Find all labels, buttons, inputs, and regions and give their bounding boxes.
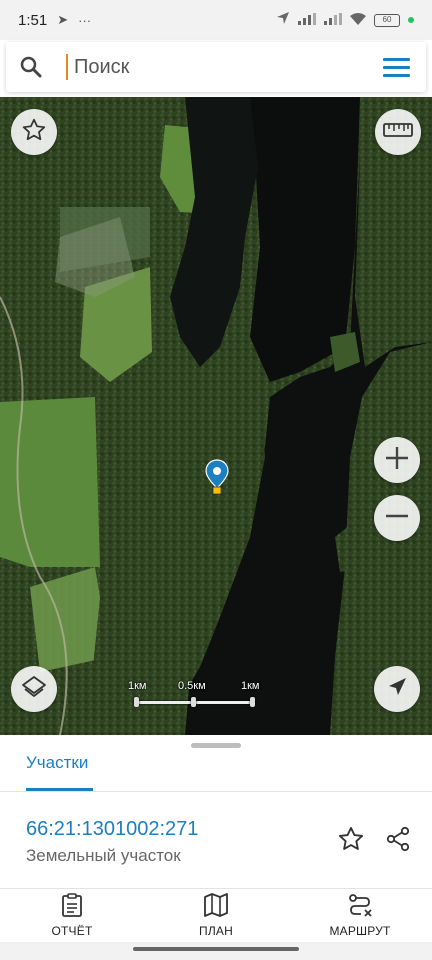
layers-icon [20,673,48,706]
measure-button[interactable] [375,109,421,155]
location-status-icon [276,11,290,29]
nav-plan[interactable]: ПЛАН [144,889,288,942]
status-bar: 1:51 ➤ ··· 60 [0,0,432,40]
favorites-button[interactable] [11,109,57,155]
scale-label-zero: 1км [128,680,147,692]
tab-parcels[interactable]: Участки [26,753,88,785]
system-gesture-area [0,942,432,960]
signal-icon [298,12,316,29]
telegram-icon: ➤ [57,12,69,27]
scale-label-mid: 0.5км [178,680,206,692]
nav-plan-label: ПЛАН [199,924,233,938]
scale-tick [250,697,255,707]
nav-route-label: МАРШРУТ [329,924,391,938]
star-icon [21,117,47,148]
parcel-cadastral-number[interactable]: 66:21:1301002:271 [26,818,198,841]
search-icon[interactable] [6,42,56,92]
gesture-bar[interactable] [133,947,299,951]
parcel-share-button[interactable] [382,825,414,857]
signal-icon-2 [324,12,342,29]
clipboard-icon [61,893,83,922]
nav-report-label: ОТЧЁТ [51,924,93,938]
my-location-button[interactable] [374,666,420,712]
minus-icon [384,503,410,534]
panel-drag-handle[interactable] [191,743,241,748]
divider [0,791,432,792]
bottom-navigation: ОТЧЁТ ПЛАН МАРШРУТ [0,888,432,942]
route-icon [347,893,373,922]
map-imagery [0,97,432,735]
wifi-icon [350,12,366,29]
status-time: 1:51 [18,11,48,29]
nav-report[interactable]: ОТЧЁТ [0,889,144,942]
star-icon [337,825,365,858]
map-icon [203,893,229,922]
menu-icon[interactable] [366,42,426,92]
share-icon [385,826,411,857]
more-notifications-icon: ··· [78,12,92,28]
privacy-indicator-icon [408,17,414,23]
scale-label-max: 1км [241,680,260,692]
ruler-icon [383,122,413,142]
map-scale: 1км 0.5км 1км [128,680,268,710]
zoom-out-button[interactable] [374,495,420,541]
satellite-map[interactable]: 1км 0.5км 1км [0,97,432,735]
parcel-marker-icon[interactable] [205,459,229,495]
layers-button[interactable] [11,666,57,712]
parcel-panel: Участки 66:21:1301002:271 Земельный учас… [0,735,432,888]
battery-icon: 60 [374,13,400,27]
scale-tick [191,697,196,707]
nav-route[interactable]: МАРШРУТ [288,889,432,942]
search-bar [6,42,426,92]
parcel-type: Земельный участок [26,846,181,865]
location-arrow-icon [386,676,408,703]
plus-icon [384,445,410,476]
zoom-in-button[interactable] [374,437,420,483]
scale-tick [134,697,139,707]
search-input[interactable] [66,54,366,80]
parcel-favorite-button[interactable] [335,825,367,857]
